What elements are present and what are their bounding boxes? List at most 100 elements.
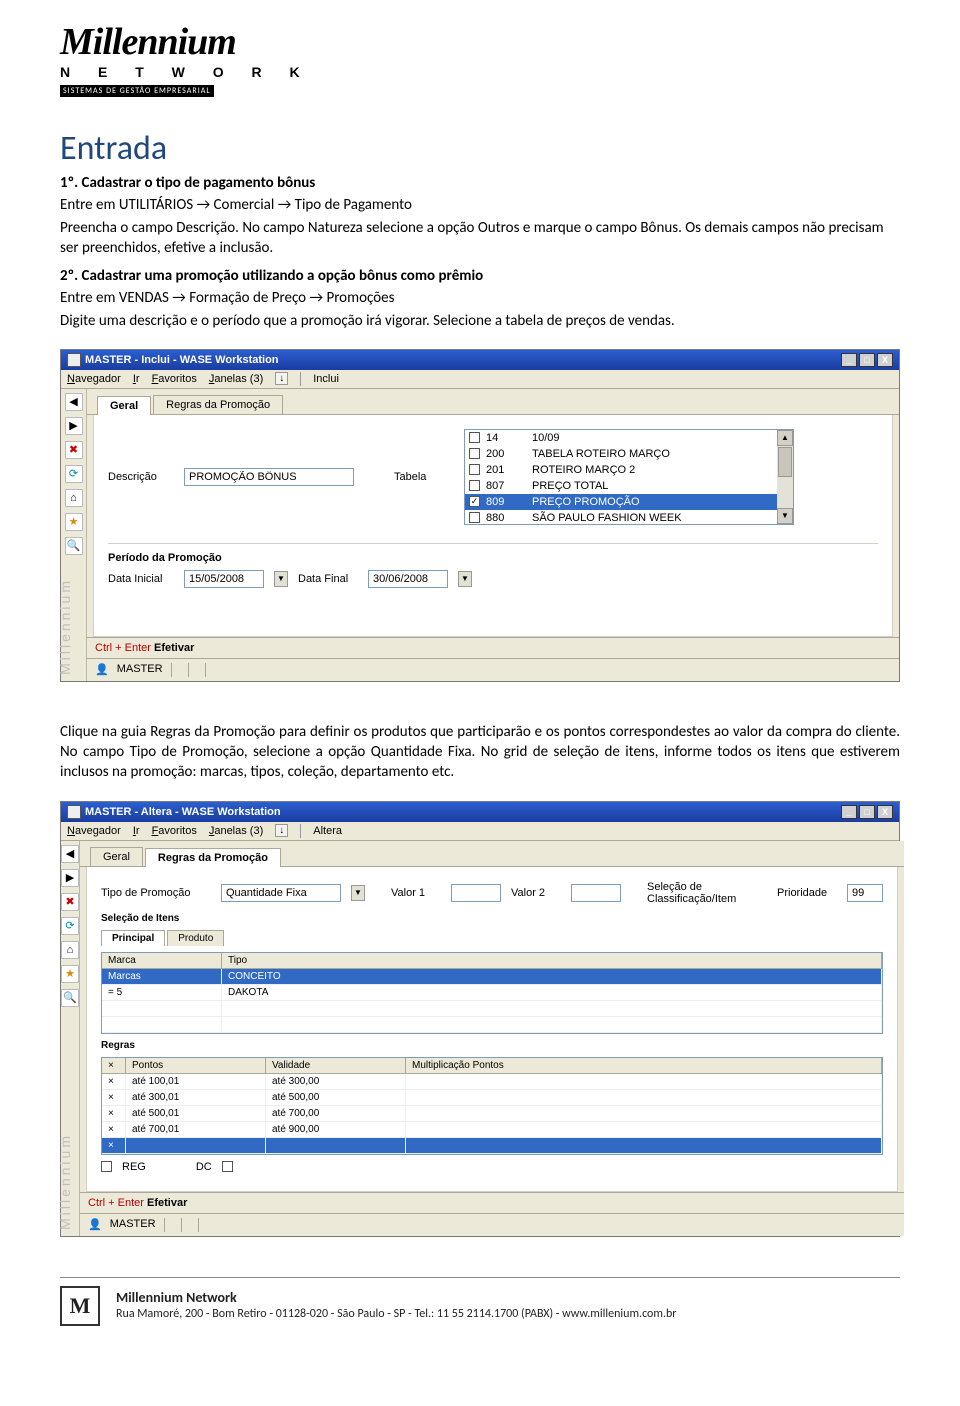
tabela-row[interactable]: 200TABELA ROTEIRO MARÇO	[465, 446, 777, 462]
sidebar-star-icon[interactable]: ★	[65, 513, 83, 531]
maximize-button[interactable]: □	[859, 353, 875, 367]
sidebar-home-icon[interactable]: ⌂	[61, 941, 79, 959]
checkbox-checked-icon[interactable]: ✓	[469, 496, 480, 507]
sidebar-fwd-icon[interactable]: ▶	[61, 869, 79, 887]
checkbox-dc[interactable]	[222, 1161, 233, 1172]
label-regras: Regras	[101, 1040, 883, 1051]
menu-navegador[interactable]: Navegador	[67, 825, 121, 837]
sidebar-back-icon[interactable]: ◀	[65, 393, 83, 411]
input-data-inicial[interactable]	[184, 570, 264, 588]
grid-row[interactable]	[102, 1001, 882, 1017]
dropdown-icon[interactable]: ↓	[275, 372, 288, 385]
checkbox-icon[interactable]	[469, 512, 480, 523]
menu-navegador[interactable]: NNavegadoravegador	[67, 373, 121, 385]
checkbox-icon[interactable]	[469, 448, 480, 459]
tab-regras[interactable]: Regras da Promoção	[153, 395, 283, 414]
brand-network: N E T W O R K	[60, 64, 900, 80]
dropdown-icon[interactable]: ↓	[275, 824, 288, 837]
grid-row[interactable]: ×até 300,01até 500,00	[102, 1090, 882, 1106]
watermark-text: Millennium	[57, 1133, 73, 1230]
status-user: MASTER	[117, 663, 163, 677]
grid-row[interactable]: = 5DAKOTA	[102, 985, 882, 1001]
grid-row[interactable]: ×até 700,01até 900,00	[102, 1122, 882, 1138]
tabela-row[interactable]: 1410/09	[465, 430, 777, 446]
step2-line1: Entre em VENDAS → Formação de Preço → Pr…	[60, 288, 900, 308]
brand-name: Millennium	[60, 20, 900, 64]
maximize-button[interactable]: □	[859, 805, 875, 819]
dropdown-icon[interactable]: ▼	[458, 571, 472, 587]
input-tipo-promocao[interactable]	[221, 884, 341, 902]
dropdown-icon[interactable]: ▼	[274, 571, 288, 587]
checkbox-icon[interactable]	[469, 480, 480, 491]
checkbox-icon[interactable]	[469, 464, 480, 475]
sidebar-stop-icon[interactable]: ✖	[65, 441, 83, 459]
input-prioridade[interactable]	[847, 884, 883, 902]
minimize-button[interactable]: _	[841, 805, 857, 819]
sidebar-search-icon[interactable]: 🔍	[61, 989, 79, 1007]
input-data-final[interactable]	[368, 570, 448, 588]
sidebar-home-icon[interactable]: ⌂	[65, 489, 83, 507]
scroll-up-icon[interactable]: ▲	[777, 430, 793, 446]
label-dc: DC	[196, 1161, 212, 1173]
breadcrumb: Inclui	[313, 373, 339, 385]
menu-favoritos[interactable]: Favoritos	[152, 373, 197, 385]
menu-ir[interactable]: Ir	[133, 825, 140, 837]
grid-row[interactable]	[102, 1017, 882, 1033]
col-multiplicacao: Multiplicação Pontos	[406, 1058, 882, 1073]
tab-regras[interactable]: Regras da Promoção	[145, 848, 281, 867]
tab-geral[interactable]: Geral	[97, 396, 151, 415]
grid-marcas[interactable]: Marca Tipo MarcasCONCEITO = 5DAKOTA	[101, 952, 883, 1034]
grid-row[interactable]: ×até 500,01até 700,00	[102, 1106, 882, 1122]
status-icon: 👤	[95, 663, 109, 677]
status-icon: 👤	[88, 1218, 102, 1232]
input-valor2[interactable]	[571, 884, 621, 902]
close-button[interactable]: X	[877, 805, 893, 819]
sidebar-fwd-icon[interactable]: ▶	[65, 417, 83, 435]
input-valor1[interactable]	[451, 884, 501, 902]
statusbar: Ctrl + Enter Efetivar	[87, 637, 899, 658]
menu-janelas[interactable]: Janelas (3)	[209, 825, 263, 837]
menu-favoritos[interactable]: Favoritos	[152, 825, 197, 837]
scroll-down-icon[interactable]: ▼	[777, 508, 793, 524]
tabela-row[interactable]: 880SÃO PAULO FASHION WEEK	[465, 510, 777, 525]
sidebar-refresh-icon[interactable]: ⟳	[61, 917, 79, 935]
separator	[300, 372, 301, 386]
sidebar-back-icon[interactable]: ◀	[61, 845, 79, 863]
titlebar: MASTER - Altera - WASE Workstation _ □ X	[61, 802, 899, 822]
dropdown-icon[interactable]: ▼	[351, 885, 365, 901]
tabela-row[interactable]: 201ROTEIRO MARÇO 2	[465, 462, 777, 478]
checkbox-icon[interactable]	[469, 432, 480, 443]
minimize-button[interactable]: _	[841, 353, 857, 367]
grid-row-selected[interactable]: ×	[102, 1138, 882, 1154]
app-window-inclui: Millennium MASTER - Inclui - WASE Workst…	[60, 349, 900, 682]
grid-regras[interactable]: × Pontos Validade Multiplicação Pontos ×…	[101, 1057, 883, 1155]
grid-row[interactable]: MarcasCONCEITO	[102, 969, 882, 985]
brand-logo: Millennium N E T W O R K SISTEMAS DE GES…	[60, 20, 900, 98]
menu-janelas[interactable]: Janelas (3)	[209, 373, 263, 385]
sidebar-search-icon[interactable]: 🔍	[65, 537, 83, 555]
input-descricao[interactable]	[184, 468, 354, 486]
sidebar-star-icon[interactable]: ★	[61, 965, 79, 983]
grid-row[interactable]: ×até 100,01até 300,00	[102, 1074, 882, 1090]
tab-geral[interactable]: Geral	[90, 847, 143, 866]
menubar: NNavegadoravegador Ir Favoritos Janelas …	[61, 370, 899, 389]
close-button[interactable]: X	[877, 353, 893, 367]
subtab-principal[interactable]: Principal	[101, 930, 165, 946]
listbox-tabela[interactable]: 1410/09 200TABELA ROTEIRO MARÇO 201ROTEI…	[464, 429, 794, 525]
sidebar-refresh-icon[interactable]: ⟳	[65, 465, 83, 483]
scrollbar[interactable]: ▲ ▼	[777, 430, 793, 524]
label-selecao-itens: Seleção de Itens	[101, 913, 883, 924]
app-icon	[67, 353, 81, 367]
footer-brand: Millennium Network	[116, 1289, 676, 1307]
tabela-row[interactable]: 807PREÇO TOTAL	[465, 478, 777, 494]
label-data-final: Data Final	[298, 573, 358, 585]
checkbox-reg[interactable]	[101, 1161, 112, 1172]
subtab-produto[interactable]: Produto	[167, 930, 224, 946]
scroll-thumb[interactable]	[778, 447, 792, 477]
tabela-row-selected[interactable]: ✓809PREÇO PROMOÇÃO	[465, 494, 777, 510]
sidebar-stop-icon[interactable]: ✖	[61, 893, 79, 911]
statusbar-user: 👤 MASTER	[87, 658, 899, 681]
footer-address: Rua Mamoré, 200 - Bom Retiro - 01128-020…	[116, 1307, 676, 1323]
statusbar-user: 👤 MASTER	[80, 1213, 904, 1236]
menu-ir[interactable]: Ir	[133, 373, 140, 385]
